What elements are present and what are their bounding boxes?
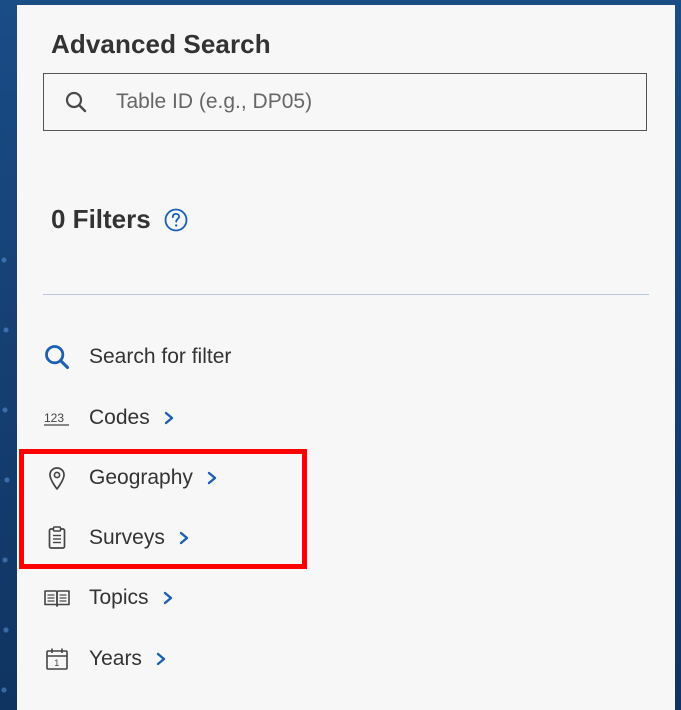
filters-heading: 0 Filters — [51, 204, 189, 235]
filter-item-label: Years — [89, 647, 142, 670]
chevron-right-icon — [207, 471, 217, 485]
filter-item-topics[interactable]: Topics — [41, 578, 175, 618]
numeric-codes-icon: 123 — [44, 411, 69, 426]
filter-item-codes[interactable]: 123 Codes — [41, 398, 176, 438]
chevron-right-icon — [179, 531, 189, 545]
filter-item-label: Surveys — [89, 526, 165, 549]
filters-count-label: 0 Filters — [51, 204, 151, 234]
svg-text:123: 123 — [44, 411, 64, 425]
filter-item-years[interactable]: 1 Years — [41, 639, 168, 679]
calendar-icon: 1 — [46, 648, 68, 670]
search-icon — [65, 91, 87, 113]
chevron-right-icon — [163, 591, 172, 605]
help-circle-icon[interactable] — [163, 207, 189, 233]
filter-item-label: Topics — [89, 586, 149, 609]
search-icon — [45, 345, 70, 370]
filter-item-surveys[interactable]: Surveys — [41, 518, 191, 558]
filter-item-label: Codes — [89, 406, 150, 429]
clipboard-icon — [48, 526, 66, 549]
filter-item-geography[interactable]: Geography — [41, 458, 219, 498]
table-id-search-input[interactable] — [116, 86, 616, 118]
filter-item-search[interactable]: Search for filter — [41, 337, 231, 377]
panel-title: Advanced Search — [51, 29, 271, 59]
advanced-search-panel: Advanced Search 0 Filters Search for fil… — [17, 5, 675, 710]
open-book-icon — [44, 590, 70, 607]
table-id-search-box[interactable] — [43, 73, 647, 131]
map-pin-icon — [49, 467, 65, 490]
svg-text:1: 1 — [54, 658, 59, 668]
filter-item-label: Geography — [89, 466, 193, 489]
chevron-right-icon — [164, 411, 173, 425]
divider — [43, 294, 649, 295]
filter-item-label: Search for filter — [89, 345, 232, 368]
chevron-right-icon — [156, 652, 166, 666]
